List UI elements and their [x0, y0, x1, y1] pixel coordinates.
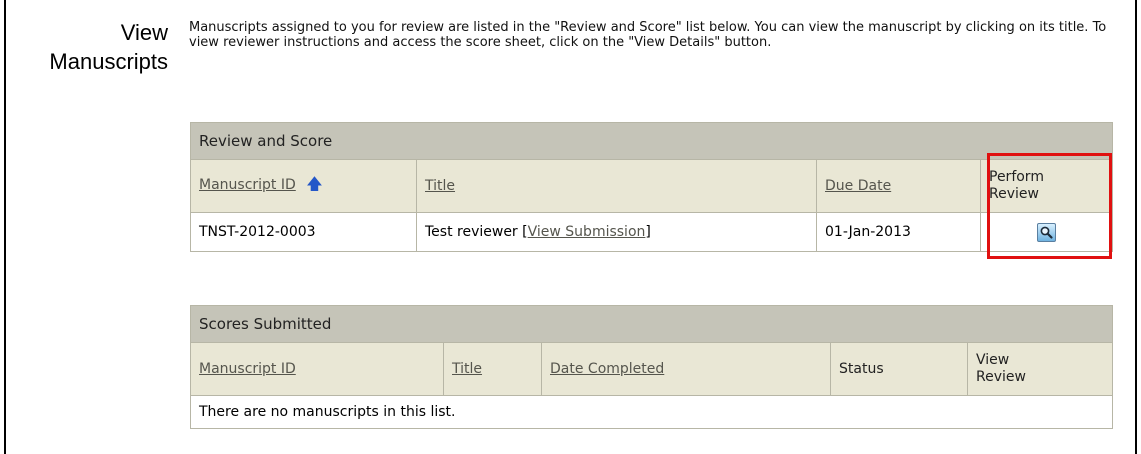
perform-review-header-line2: Review	[989, 186, 1039, 202]
sort-manuscript-id-link[interactable]: Manuscript ID	[199, 361, 296, 377]
col-header-status: Status	[830, 342, 968, 396]
status-header-label: Status	[839, 360, 884, 377]
page-title-line2: Manuscripts	[49, 49, 168, 74]
perform-review-button[interactable]	[1037, 222, 1057, 242]
manuscript-title: Test reviewer	[425, 224, 518, 240]
col-header-date-completed[interactable]: Date Completed	[541, 342, 831, 396]
perform-review-cell	[979, 212, 1114, 252]
arrow-up-icon[interactable]: 🡅	[306, 173, 322, 200]
manuscript-id-cell: TNST-2012-0003	[190, 212, 417, 252]
col-header-manuscript-id[interactable]: Manuscript ID	[190, 342, 444, 396]
view-review-header-line1: View	[976, 352, 1010, 368]
review-and-score-table: Review and Score Manuscript ID 🡅 Title D…	[189, 122, 1114, 252]
review-table-caption: Review and Score	[189, 122, 1114, 160]
scores-submitted-table: Scores Submitted Manuscript ID Title Dat…	[189, 305, 1114, 429]
col-header-perform-review: Perform Review	[979, 159, 1114, 213]
scores-table-caption: Scores Submitted	[189, 305, 1114, 343]
sort-title-link[interactable]: Title	[425, 178, 455, 194]
magnifier-icon	[1040, 226, 1053, 239]
due-date-cell: 01-Jan-2013	[816, 212, 981, 252]
perform-review-header-line1: Perform	[989, 169, 1044, 185]
col-header-due-date[interactable]: Due Date	[816, 159, 981, 213]
empty-list-message: There are no manuscripts in this list.	[189, 395, 1114, 429]
bracket-close: ]	[645, 224, 651, 240]
page-title-line1: View	[120, 20, 168, 45]
sort-due-date-link[interactable]: Due Date	[825, 178, 891, 194]
view-submission-link[interactable]: View Submission	[528, 224, 646, 240]
view-review-header-line2: Review	[976, 369, 1026, 385]
title-cell: Test reviewer [View Submission]	[416, 212, 817, 252]
col-header-title[interactable]: Title	[416, 159, 817, 213]
page-title: View Manuscripts	[16, 18, 168, 76]
sort-date-completed-link[interactable]: Date Completed	[550, 361, 664, 377]
col-header-manuscript-id[interactable]: Manuscript ID 🡅	[190, 159, 417, 213]
instructions-text: Manuscripts assigned to you for review a…	[189, 20, 1107, 50]
col-header-view-review: View Review	[966, 342, 1114, 396]
sort-title-link[interactable]: Title	[452, 361, 482, 377]
col-header-title[interactable]: Title	[443, 342, 542, 396]
table-row: TNST-2012-0003 Test reviewer [View Submi…	[190, 212, 1114, 252]
sort-manuscript-id-link[interactable]: Manuscript ID	[199, 177, 296, 193]
table-row: There are no manuscripts in this list.	[189, 395, 1114, 429]
